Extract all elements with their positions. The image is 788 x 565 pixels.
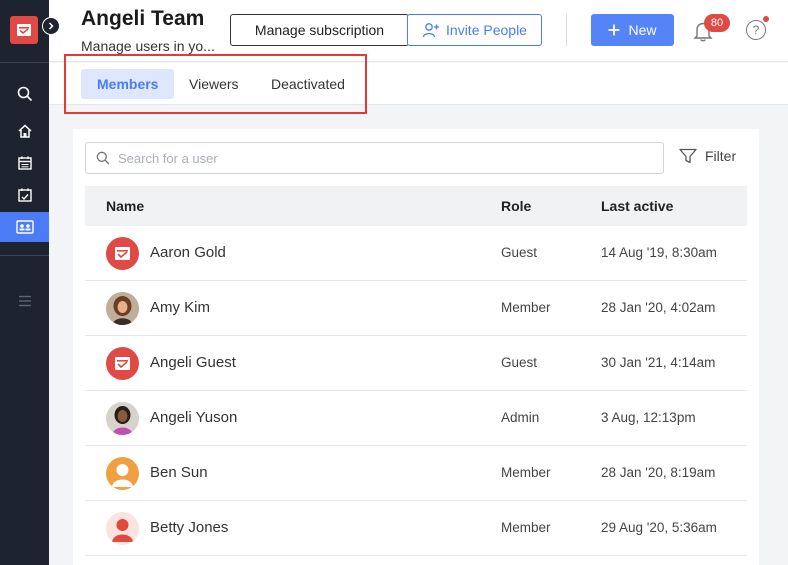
column-header-name[interactable]: Name [106,198,144,214]
invite-people-button[interactable]: Invite People [407,14,542,46]
menu-icon[interactable] [0,288,49,314]
manage-subscription-button[interactable]: Manage subscription [230,14,409,46]
app-logo-icon[interactable] [10,16,38,44]
user-role: Guest [501,245,538,260]
avatar [106,402,139,435]
help-alert-dot [763,16,769,22]
user-placeholder-icon [112,464,133,487]
user-role: Admin [501,410,540,425]
app-logo-icon [115,247,130,260]
user-role: Guest [501,355,538,370]
user-role: Member [501,465,551,480]
user-role: Member [501,300,551,315]
table-row[interactable]: Amy Kim Member 28 Jan '20, 4:02am [85,281,747,336]
sidebar [0,0,49,565]
avatar [106,237,139,270]
search-box [85,142,664,174]
notification-badge: 80 [704,14,730,32]
user-name: Betty Jones [150,519,229,536]
avatar [106,347,139,380]
user-name: Ben Sun [150,464,208,481]
user-photo-icon [106,402,139,435]
sidebar-divider [0,255,49,256]
page-title: Angeli Team [81,7,205,30]
filter-button[interactable]: Filter [679,148,736,164]
user-last-active: 3 Aug, 12:13pm [601,410,696,425]
user-name: Amy Kim [150,299,210,316]
home-icon[interactable] [0,118,49,144]
column-header-role[interactable]: Role [501,198,531,214]
avatar [106,512,139,545]
tasks-icon[interactable] [0,182,49,208]
column-header-last-active[interactable]: Last active [601,198,673,214]
user-name: Angeli Guest [150,354,236,371]
tabs-bar: Members Viewers Deactivated [49,63,788,105]
invite-people-label: Invite People [446,22,527,38]
new-button[interactable]: New [591,14,674,46]
table-row[interactable]: Angeli Guest Guest 30 Jan '21, 4:14am [85,336,747,391]
chevron-right-icon [48,22,54,30]
table-row[interactable]: Aaron Gold Guest 14 Aug '19, 8:30am [85,226,747,281]
tab-viewers[interactable]: Viewers [173,69,255,99]
user-last-active: 30 Jan '21, 4:14am [601,355,716,370]
plus-icon [608,24,620,36]
header-divider [566,14,567,46]
user-last-active: 14 Aug '19, 8:30am [601,245,717,260]
collapse-sidebar-button[interactable] [42,17,60,35]
search-input[interactable] [118,150,638,166]
table-header: Name Role Last active [85,186,747,226]
user-role: Member [501,520,551,535]
user-name: Angeli Yuson [150,409,238,426]
user-photo-icon [106,292,139,325]
new-button-label: New [628,22,657,38]
page-subtitle: Manage users in yo... [81,38,215,54]
filter-label: Filter [705,148,737,164]
tab-deactivated[interactable]: Deactivated [255,69,361,99]
add-user-icon [422,23,440,38]
search-icon[interactable] [0,81,49,107]
sidebar-divider [0,62,49,63]
tab-members[interactable]: Members [81,69,175,99]
calendar-icon[interactable] [0,150,49,176]
table-row[interactable]: Angeli Yuson Admin 3 Aug, 12:13pm [85,391,747,446]
user-placeholder-icon [112,519,133,542]
app-logo-icon [115,357,130,370]
avatar [106,457,139,490]
user-last-active: 28 Jan '20, 4:02am [601,300,716,315]
members-panel: Filter Name Role Last active Aaron Gold … [73,129,759,565]
table-row[interactable]: Ben Sun Member 28 Jan '20, 8:19am [85,446,747,501]
help-icon[interactable]: ? [746,20,766,40]
avatar [106,292,139,325]
page-header: Angeli Team Manage users in yo... Manage… [49,0,788,62]
user-last-active: 28 Jan '20, 8:19am [601,465,716,480]
filter-icon [679,148,697,164]
user-last-active: 29 Aug '20, 5:36am [601,520,717,535]
user-name: Aaron Gold [150,244,226,261]
table-row[interactable]: Betty Jones Member 29 Aug '20, 5:36am [85,501,747,556]
search-icon [96,151,110,165]
team-icon[interactable] [0,212,49,242]
